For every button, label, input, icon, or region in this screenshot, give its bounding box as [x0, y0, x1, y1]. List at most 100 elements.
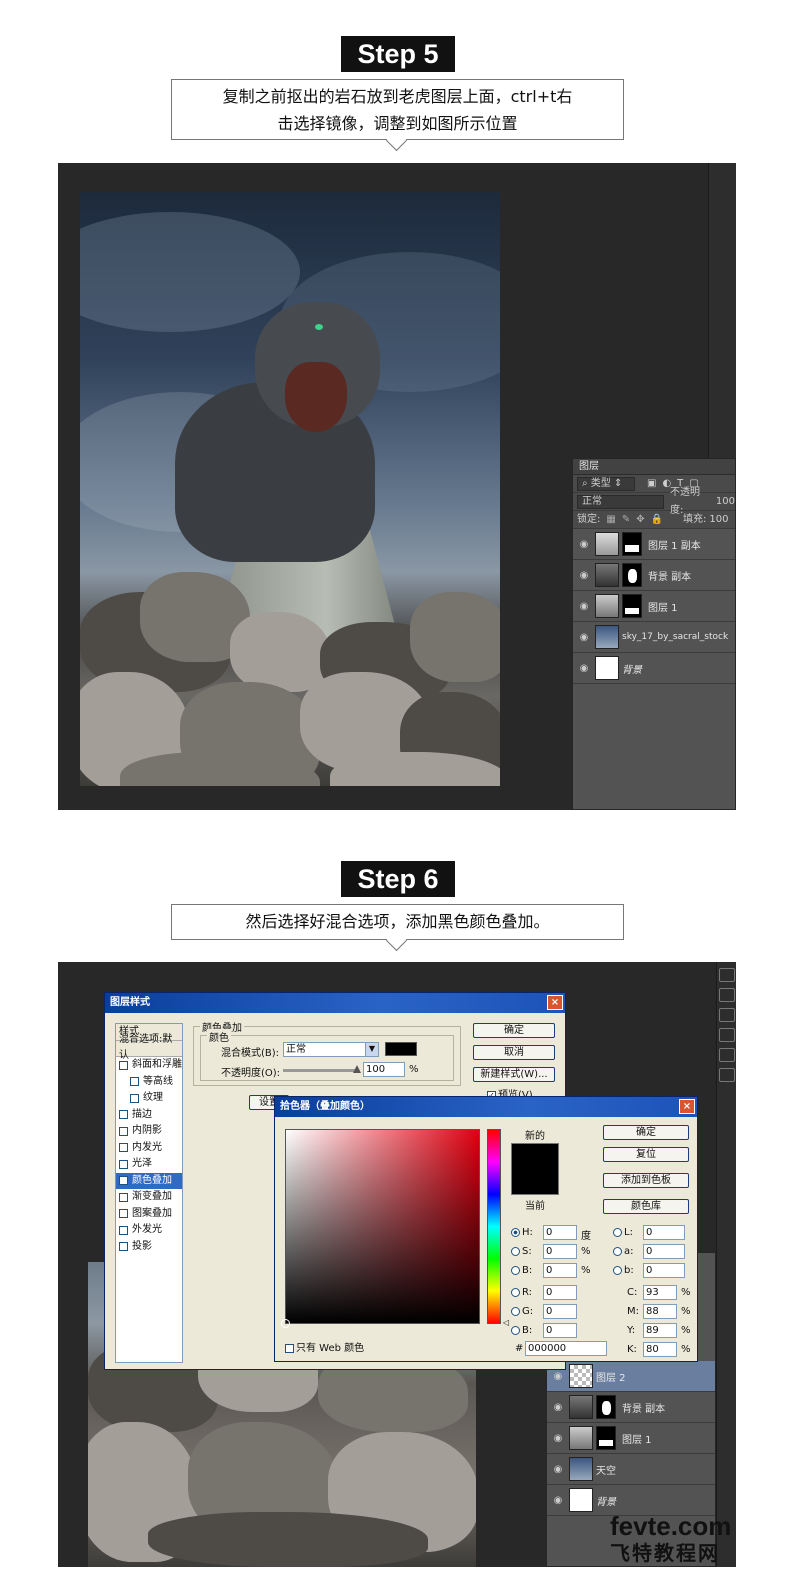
eye-icon[interactable]: ◉ — [547, 1495, 569, 1506]
fill-value[interactable]: 100 — [709, 511, 728, 529]
h-radio[interactable]: H: — [511, 1227, 533, 1238]
style-item-checkbox[interactable] — [130, 1093, 139, 1103]
new-style-button[interactable]: 新建样式(W)... — [473, 1067, 555, 1082]
layer-row-selected[interactable]: ◉ 图层 2 — [547, 1361, 715, 1392]
close-icon[interactable]: × — [679, 1099, 695, 1114]
blend-mode-select[interactable]: 正常 ▼ — [283, 1042, 379, 1057]
g-radio[interactable]: G: — [511, 1306, 533, 1317]
color-libraries-button[interactable]: 颜色库 — [603, 1199, 689, 1214]
blue-input[interactable]: 0 — [543, 1323, 577, 1338]
tool-icon[interactable] — [718, 1068, 735, 1082]
g-input[interactable]: 0 — [543, 1304, 577, 1319]
layer-row[interactable]: ◉ 背景 副本 — [573, 560, 735, 591]
opacity-slider-handle[interactable] — [353, 1065, 361, 1073]
eye-icon[interactable]: ◉ — [573, 632, 595, 643]
tool-icon[interactable] — [718, 1048, 735, 1062]
web-colors-only-checkbox[interactable]: 只有 Web 颜色 — [285, 1339, 364, 1354]
current-color-label: 当前 — [525, 1201, 545, 1212]
style-item[interactable]: 外发光 — [116, 1222, 182, 1239]
opacity-value[interactable]: 100 — [716, 493, 735, 511]
tool-icon[interactable] — [718, 988, 735, 1002]
hex-input[interactable]: 000000 — [525, 1341, 607, 1356]
l-radio[interactable]: L: — [613, 1227, 633, 1238]
b-lab-input[interactable]: 0 — [643, 1263, 685, 1278]
eye-icon[interactable]: ◉ — [547, 1402, 569, 1413]
opacity-input[interactable]: 100 — [363, 1062, 405, 1077]
lock-icons[interactable]: ▦✎✥🔒 — [606, 511, 669, 529]
style-item-checkbox[interactable] — [119, 1209, 128, 1219]
tool-icon[interactable] — [718, 1028, 735, 1042]
b-lab-radio[interactable]: b: — [613, 1265, 634, 1276]
c-input[interactable]: 93 — [643, 1285, 677, 1300]
eye-icon[interactable]: ◉ — [547, 1433, 569, 1444]
color-field-cursor[interactable] — [281, 1319, 290, 1328]
photoshop-workspace-step5: 图层 ⌕ 类型 ⇕ ▣◐T▢ 正常 不透明度: 100 锁定: ▦✎✥🔒 填充:… — [58, 163, 736, 810]
ok-button[interactable]: 确定 — [603, 1125, 689, 1140]
close-icon[interactable]: × — [547, 995, 563, 1010]
blend-mode-select[interactable]: 正常 — [577, 494, 665, 509]
reset-button[interactable]: 复位 — [603, 1147, 689, 1162]
chevron-down-icon[interactable]: ▼ — [365, 1043, 378, 1056]
y-input[interactable]: 89 — [643, 1323, 677, 1338]
eye-icon[interactable]: ◉ — [573, 663, 595, 674]
s-input[interactable]: 0 — [543, 1244, 577, 1259]
cancel-button[interactable]: 取消 — [473, 1045, 555, 1060]
style-item[interactable]: 内发光 — [116, 1140, 182, 1157]
blue-radio[interactable]: B: — [511, 1325, 532, 1336]
eye-icon[interactable]: ◉ — [547, 1464, 569, 1475]
m-input[interactable]: 88 — [643, 1304, 677, 1319]
s-radio[interactable]: S: — [511, 1246, 532, 1257]
layer-row[interactable]: ◉ 图层 1 — [573, 591, 735, 622]
eye-icon[interactable]: ◉ — [573, 570, 595, 581]
layer-row[interactable]: ◉ 背景 副本 — [547, 1392, 715, 1423]
h-input[interactable]: 0 — [543, 1225, 577, 1240]
style-item[interactable]: 图案叠加 — [116, 1206, 182, 1223]
a-input[interactable]: 0 — [643, 1244, 685, 1259]
layer-row[interactable]: ◉ 背景 — [573, 653, 735, 684]
style-item[interactable]: 纹理 — [116, 1090, 182, 1107]
blend-options-default[interactable]: 混合选项:默认 — [116, 1034, 182, 1061]
hue-slider-arrow[interactable]: ◁ — [503, 1318, 509, 1327]
eye-icon[interactable]: ◉ — [547, 1371, 569, 1382]
style-item-checkbox[interactable] — [119, 1242, 128, 1252]
k-input[interactable]: 80 — [643, 1342, 677, 1357]
style-item[interactable]: 描边 — [116, 1107, 182, 1124]
layer-thumbnail — [595, 563, 619, 587]
brightness-radio[interactable]: B: — [511, 1265, 532, 1276]
style-item[interactable]: 等高线 — [116, 1074, 182, 1091]
add-to-swatches-button[interactable]: 添加到色板 — [603, 1173, 689, 1188]
layer-filter-select[interactable]: ⌕ 类型 ⇕ — [577, 476, 635, 491]
style-item-checkbox[interactable] — [119, 1225, 128, 1235]
style-item-checkbox[interactable] — [130, 1077, 139, 1087]
style-item[interactable]: 渐变叠加 — [116, 1189, 182, 1206]
style-item[interactable]: 内阴影 — [116, 1123, 182, 1140]
r-radio[interactable]: R: — [511, 1287, 532, 1298]
l-input[interactable]: 0 — [643, 1225, 685, 1240]
style-item-checkbox[interactable] — [119, 1060, 128, 1070]
color-field[interactable] — [281, 1129, 480, 1328]
r-input[interactable]: 0 — [543, 1285, 577, 1300]
layer-row[interactable]: ◉ 图层 1 副本 — [573, 529, 735, 560]
style-item[interactable]: 光泽 — [116, 1156, 182, 1173]
style-item-checkbox[interactable] — [119, 1110, 128, 1120]
layer-row[interactable]: ◉ 天空 — [547, 1454, 715, 1485]
style-item-checkbox[interactable] — [119, 1126, 128, 1136]
style-item[interactable]: ✓ 颜色叠加 — [116, 1172, 182, 1189]
style-item-checkbox[interactable]: ✓ — [119, 1176, 128, 1186]
style-item[interactable]: 投影 — [116, 1239, 182, 1256]
overlay-color-swatch[interactable] — [385, 1042, 417, 1056]
opacity-slider[interactable] — [283, 1069, 359, 1072]
style-item-checkbox[interactable] — [119, 1159, 128, 1169]
a-radio[interactable]: a: — [613, 1246, 634, 1257]
eye-icon[interactable]: ◉ — [573, 539, 595, 550]
layer-row[interactable]: ◉ 图层 1 — [547, 1423, 715, 1454]
brightness-input[interactable]: 0 — [543, 1263, 577, 1278]
style-item-checkbox[interactable] — [119, 1192, 128, 1202]
layer-row[interactable]: ◉ sky_17_by_sacral_stock — [573, 622, 735, 653]
eye-icon[interactable]: ◉ — [573, 601, 595, 612]
tool-icon[interactable] — [718, 968, 735, 982]
ok-button[interactable]: 确定 — [473, 1023, 555, 1038]
style-item-checkbox[interactable] — [119, 1143, 128, 1153]
tool-icon[interactable] — [718, 1008, 735, 1022]
hue-slider[interactable] — [487, 1129, 501, 1324]
